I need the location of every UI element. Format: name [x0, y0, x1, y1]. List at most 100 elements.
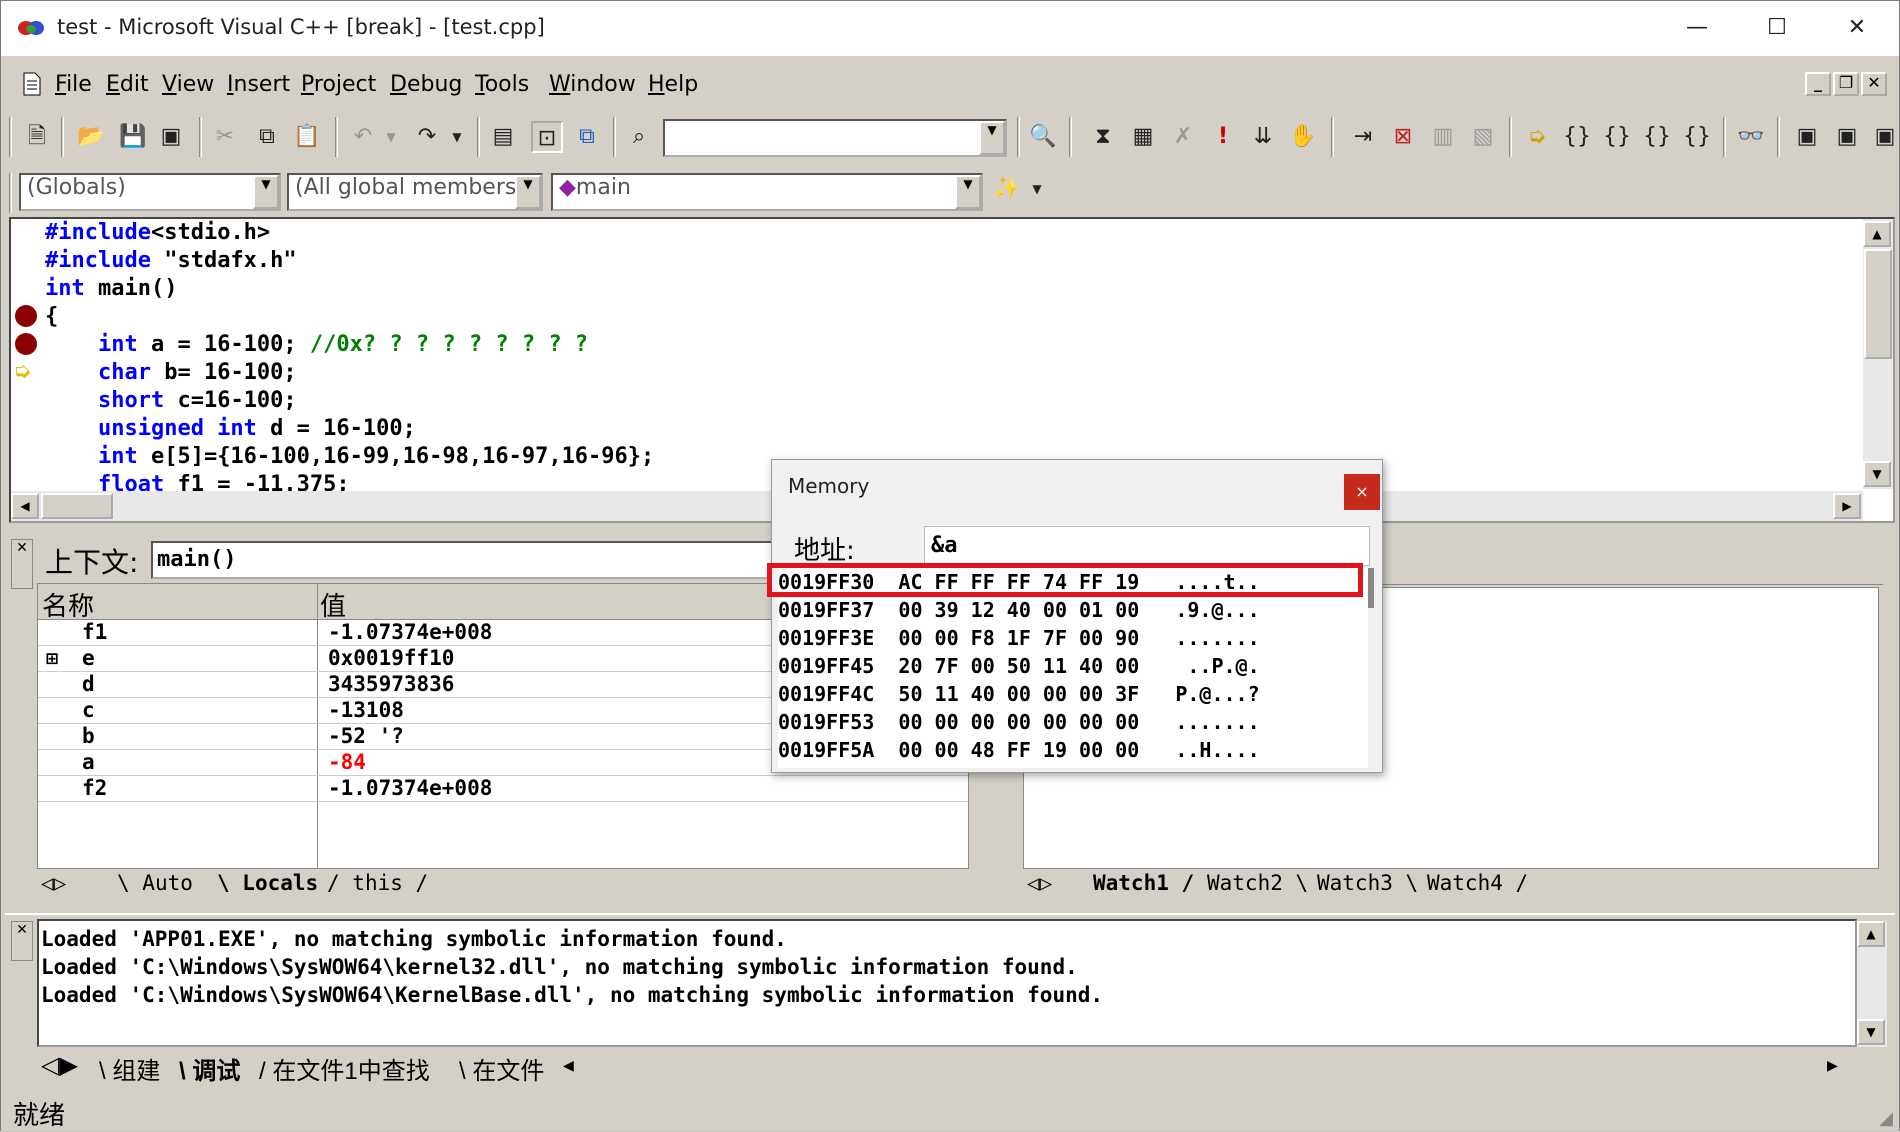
tab-debug[interactable]: \ 调试: [179, 1051, 240, 1086]
menu-project[interactable]: Project: [301, 72, 376, 97]
address-input[interactable]: &a: [924, 526, 1370, 566]
redo-icon[interactable]: ↷: [411, 121, 443, 153]
redo-dropdown-icon[interactable]: ▼: [441, 121, 473, 153]
memory-row[interactable]: 0019FF4C 50 11 40 00 00 00 3F P.@...?: [778, 680, 1368, 708]
break-icon[interactable]: ▥: [1427, 121, 1459, 153]
undo-dropdown-icon[interactable]: ▼: [375, 121, 407, 153]
code-line[interactable]: int main(): [45, 275, 654, 303]
menu-tools[interactable]: Tools: [475, 72, 529, 97]
stop-debugging-icon[interactable]: ⊠: [1387, 121, 1419, 153]
variable-value[interactable]: 0x0019ff10: [328, 646, 454, 670]
breakpoint-icon[interactable]: [15, 305, 37, 327]
tab-scroll-left-icon[interactable]: ◁▷: [41, 871, 66, 895]
variable-value[interactable]: -52 '?: [328, 724, 404, 748]
watch-window-icon[interactable]: ▣: [1791, 121, 1823, 153]
memory-window[interactable]: Memory × 地址: &a 0019FF30 AC FF FF FF 74 …: [771, 459, 1383, 773]
mdi-restore-button[interactable]: ❐: [1833, 72, 1859, 96]
save-icon[interactable]: 💾: [117, 121, 149, 153]
tab-watch2[interactable]: Watch2 \: [1207, 871, 1308, 895]
output-window-icon[interactable]: ⊡: [531, 121, 563, 153]
minimize-button[interactable]: —: [1673, 11, 1721, 45]
wizard-action-icon[interactable]: ✨: [991, 173, 1023, 205]
menu-edit[interactable]: Edit: [106, 72, 149, 97]
close-button[interactable]: ✕: [1833, 11, 1881, 45]
close-icon[interactable]: ✕: [12, 922, 32, 938]
menu-view[interactable]: View: [162, 72, 214, 97]
registers-window-icon[interactable]: ▣: [1871, 121, 1899, 153]
scroll-right-icon[interactable]: ▶: [1827, 1057, 1838, 1074]
tab-this[interactable]: / this /: [327, 871, 428, 895]
go-icon[interactable]: ⇊: [1247, 121, 1279, 153]
editor-vertical-scrollbar[interactable]: ▲ ▼: [1863, 219, 1893, 489]
variable-row[interactable]: f2 -1.07374e+008: [38, 776, 968, 802]
scroll-left-icon[interactable]: ◀: [563, 1057, 574, 1074]
code-line[interactable]: int e[5]={16-100,16-99,16-98,16-97,16-96…: [45, 443, 654, 471]
close-icon[interactable]: ✕: [12, 540, 32, 556]
class-combo[interactable]: (Globals) ▼: [19, 173, 281, 211]
run-to-cursor-icon[interactable]: {}: [1681, 121, 1713, 153]
column-header-name[interactable]: 名称: [42, 586, 94, 623]
maximize-button[interactable]: ☐: [1753, 11, 1801, 45]
tab-watch4[interactable]: Watch4 /: [1427, 871, 1528, 895]
tab-auto[interactable]: \ Auto: [117, 871, 193, 895]
copy-icon[interactable]: ⧉: [251, 121, 283, 153]
menu-debug[interactable]: Debug: [390, 72, 462, 97]
memory-scroll-thumb[interactable]: [1368, 568, 1374, 608]
paste-icon[interactable]: 📋: [291, 121, 323, 153]
chevron-down-icon[interactable]: ▼: [515, 175, 541, 209]
code-line[interactable]: int a = 16-100; //0x? ? ? ? ? ? ? ? ?: [45, 331, 654, 359]
memory-row[interactable]: 0019FF53 00 00 00 00 00 00 00 .......: [778, 708, 1368, 736]
quickwatch-icon[interactable]: 👓: [1735, 121, 1767, 153]
chevron-down-icon[interactable]: ▼: [979, 121, 1005, 155]
step-into-icon[interactable]: {}: [1561, 121, 1593, 153]
scroll-up-icon[interactable]: ▲: [1863, 221, 1891, 247]
code-line[interactable]: #include<stdio.h>: [45, 219, 654, 247]
scroll-left-icon[interactable]: ◀: [11, 493, 39, 519]
tab-scroll-left-icon[interactable]: ◁▷: [1027, 871, 1052, 895]
menu-window[interactable]: Window: [549, 72, 636, 97]
new-text-file-icon[interactable]: 🗎: [21, 121, 53, 153]
tab-watch1[interactable]: Watch1 /: [1093, 871, 1194, 895]
scroll-up-icon[interactable]: ▲: [1857, 921, 1885, 947]
memory-row[interactable]: 0019FF5A 00 00 48 FF 19 00 00 ..H....: [778, 736, 1368, 764]
member-combo[interactable]: ◆main ▼: [551, 173, 983, 211]
mdi-close-button[interactable]: ✕: [1861, 72, 1887, 96]
expand-icon[interactable]: ⊞: [46, 646, 58, 670]
code-text[interactable]: #include<stdio.h> #include "stdafx.h" int …: [45, 219, 654, 499]
variable-value[interactable]: -1.07374e+008: [328, 776, 492, 800]
memory-row[interactable]: 0019FF37 00 39 12 40 00 01 00 .9.@...: [778, 596, 1368, 624]
step-over-icon[interactable]: {}: [1601, 121, 1633, 153]
memory-row[interactable]: 0019FF3E 00 00 F8 1F 7F 00 90 .......: [778, 624, 1368, 652]
build-icon[interactable]: ▦: [1127, 121, 1159, 153]
window-list-icon[interactable]: ⧉: [571, 121, 603, 153]
chevron-down-icon[interactable]: ▼: [955, 175, 981, 209]
scroll-down-icon[interactable]: ▼: [1857, 1019, 1885, 1045]
menu-help[interactable]: Help: [648, 72, 698, 97]
workspace-icon[interactable]: ▤: [487, 121, 519, 153]
chevron-down-icon[interactable]: ▼: [253, 175, 279, 209]
memory-close-button[interactable]: ×: [1344, 474, 1380, 510]
memory-row[interactable]: 0019FF45 20 7F 00 50 11 40 00 ..P.@.: [778, 652, 1368, 680]
scroll-right-icon[interactable]: ▶: [1833, 493, 1861, 519]
code-line[interactable]: unsigned int d = 16-100;: [45, 415, 654, 443]
find-combo[interactable]: ▼: [663, 119, 1007, 157]
wizard-action-dropdown-icon[interactable]: ▼: [1021, 173, 1053, 205]
restart-icon[interactable]: ⇥: [1347, 121, 1379, 153]
breakpoint-icon[interactable]: [15, 333, 37, 355]
variable-value[interactable]: -13108: [328, 698, 404, 722]
scroll-thumb[interactable]: [1864, 249, 1892, 359]
output-vertical-scrollbar[interactable]: ▲ ▼: [1857, 921, 1887, 1047]
apply-code-changes-icon[interactable]: ▧: [1467, 121, 1499, 153]
panel-grip[interactable]: ✕: [11, 921, 33, 961]
code-line[interactable]: {: [45, 303, 654, 331]
variables-window-icon[interactable]: ▣: [1831, 121, 1863, 153]
tab-find-in-files-1[interactable]: / 在文件1中查找: [259, 1051, 430, 1086]
step-out-icon[interactable]: {}: [1641, 121, 1673, 153]
code-line[interactable]: char b= 16-100;: [45, 359, 654, 387]
menu-file[interactable]: File: [55, 72, 92, 97]
open-icon[interactable]: 📂: [75, 121, 107, 153]
output-text[interactable]: Loaded 'APP01.EXE', no matching symbolic…: [37, 919, 1857, 1047]
variable-value[interactable]: 3435973836: [328, 672, 454, 696]
resize-grip-icon[interactable]: ◢: [1879, 1108, 1893, 1129]
tab-scroll-left-icon[interactable]: ◁▶: [41, 1051, 78, 1080]
